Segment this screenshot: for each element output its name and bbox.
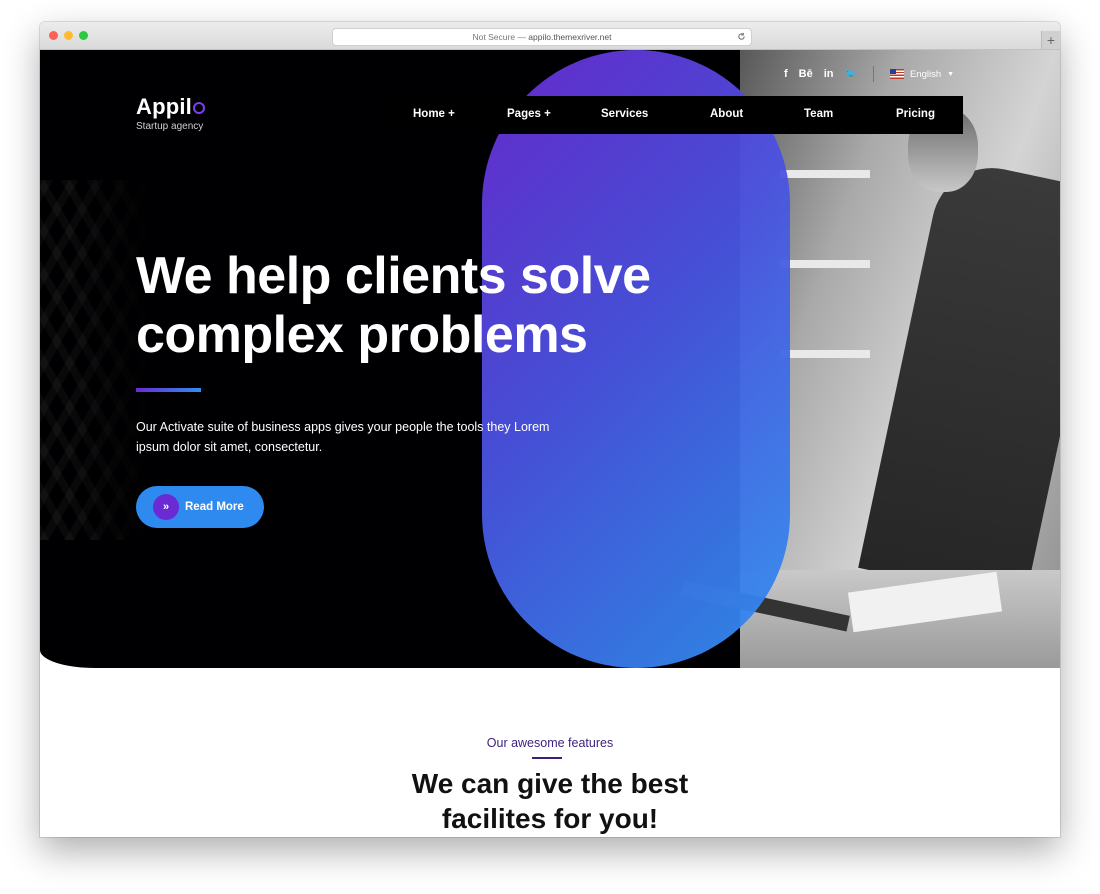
- close-window-button[interactable]: [49, 31, 58, 40]
- facebook-icon[interactable]: f: [784, 68, 788, 80]
- features-heading-line-1: We can give the best: [411, 768, 689, 799]
- top-social-bar: f Bē in 🐦 English ▼: [784, 64, 954, 84]
- hero-description: Our Activate suite of business apps give…: [136, 420, 550, 454]
- brand-tagline: Startup agency: [136, 121, 204, 132]
- nav-item-about[interactable]: About: [710, 108, 743, 120]
- browser-window: Not Secure — appilo.themexriver.net + Ap…: [40, 22, 1060, 837]
- nav-item-team[interactable]: Team: [804, 108, 833, 120]
- nav-item-pages[interactable]: Pages +: [507, 108, 551, 120]
- chevron-down-icon[interactable]: ▼: [947, 71, 954, 78]
- brand-logo[interactable]: Appil Startup agency: [136, 94, 205, 132]
- topbar-divider: [872, 66, 874, 82]
- behance-icon[interactable]: Bē: [799, 68, 813, 80]
- hero-heading: We help clients solve complex problems: [136, 247, 716, 365]
- hero-heading-line-1: We help clients solve: [136, 247, 651, 305]
- features-eyebrow: Our awesome features: [486, 736, 614, 750]
- hex-pattern-decoration: [40, 180, 150, 540]
- main-navigation: Home + Pages + Services About Team Prici…: [379, 96, 963, 134]
- nav-item-pricing[interactable]: Pricing: [896, 108, 935, 120]
- nav-item-services[interactable]: Services: [601, 108, 648, 120]
- twitter-icon[interactable]: 🐦: [845, 69, 857, 80]
- us-flag-icon: [889, 69, 904, 79]
- reload-icon[interactable]: [737, 32, 746, 41]
- browser-titlebar: Not Secure — appilo.themexriver.net +: [40, 22, 1060, 50]
- language-selector[interactable]: English: [910, 69, 941, 80]
- features-heading-line-2: facilites for you!: [441, 803, 659, 834]
- address-bar[interactable]: Not Secure — appilo.themexriver.net: [332, 28, 752, 46]
- double-chevron-right-icon: »: [153, 494, 179, 520]
- minimize-window-button[interactable]: [64, 31, 73, 40]
- hero-accent-rule: [136, 388, 201, 392]
- maximize-window-button[interactable]: [79, 31, 88, 40]
- features-accent-rule: [532, 757, 562, 759]
- hero-section: Appil Startup agency f Bē in 🐦 English ▼…: [40, 50, 1060, 668]
- not-secure-label: Not Secure —: [472, 32, 526, 42]
- brand-name: Appil: [136, 94, 192, 119]
- linkedin-icon[interactable]: in: [824, 68, 834, 80]
- nav-item-home[interactable]: Home +: [413, 108, 455, 120]
- address-url: appilo.themexriver.net: [528, 32, 612, 42]
- features-heading: We can give the best facilites for you!: [40, 766, 1060, 836]
- hero-heading-line-2: complex problems: [136, 306, 588, 364]
- new-tab-button[interactable]: +: [1041, 31, 1060, 49]
- logo-o-icon: [193, 102, 205, 114]
- read-more-label: Read More: [185, 501, 244, 513]
- read-more-button[interactable]: » Read More: [136, 486, 264, 528]
